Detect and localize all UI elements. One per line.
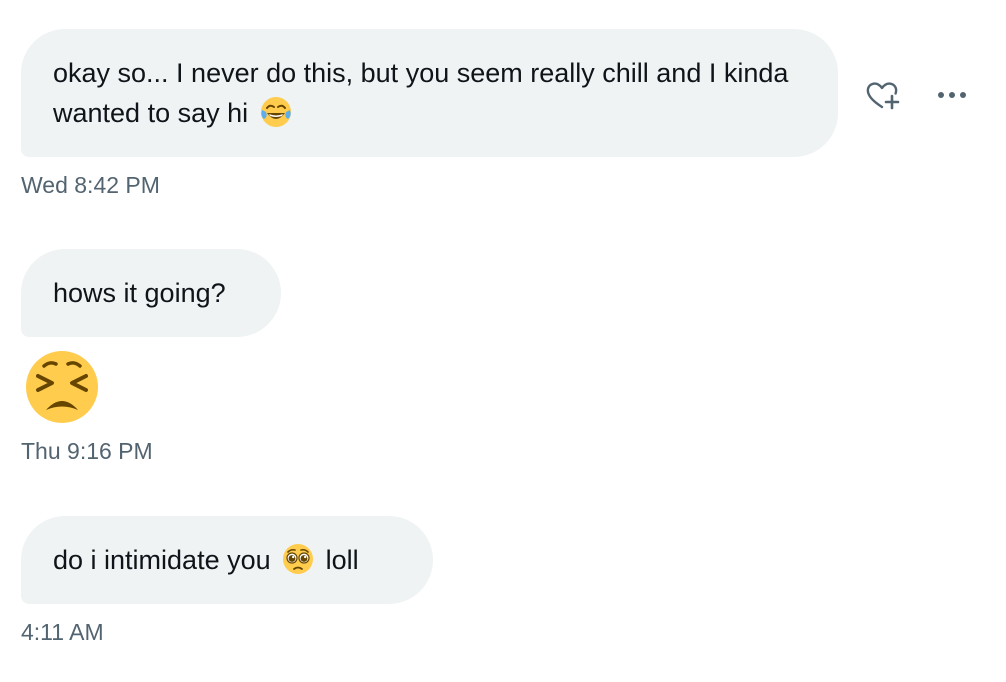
pleading-face-emoji xyxy=(280,541,316,577)
message-timestamp: Wed 8:42 PM xyxy=(21,172,160,198)
message-bubble[interactable]: okay so... I never do this, but you seem… xyxy=(21,29,838,157)
message-text: loll xyxy=(325,545,359,575)
message-bubble[interactable]: do i intimidate you loll xyxy=(21,516,433,604)
more-horizontal-icon[interactable] xyxy=(932,80,972,110)
message-timestamp: Thu 9:16 PM xyxy=(21,438,153,464)
message-bubble[interactable]: hows it going? xyxy=(21,249,281,337)
message-text: do i intimidate you xyxy=(53,545,271,575)
message-text: okay so... I never do this, but you seem… xyxy=(53,58,789,128)
heart-plus-icon[interactable] xyxy=(862,76,902,116)
message-text: hows it going? xyxy=(53,278,226,308)
message-timestamp: 4:11 AM xyxy=(21,619,104,645)
persevering-face-emoji[interactable] xyxy=(24,349,100,425)
tears-of-joy-emoji xyxy=(258,94,294,130)
